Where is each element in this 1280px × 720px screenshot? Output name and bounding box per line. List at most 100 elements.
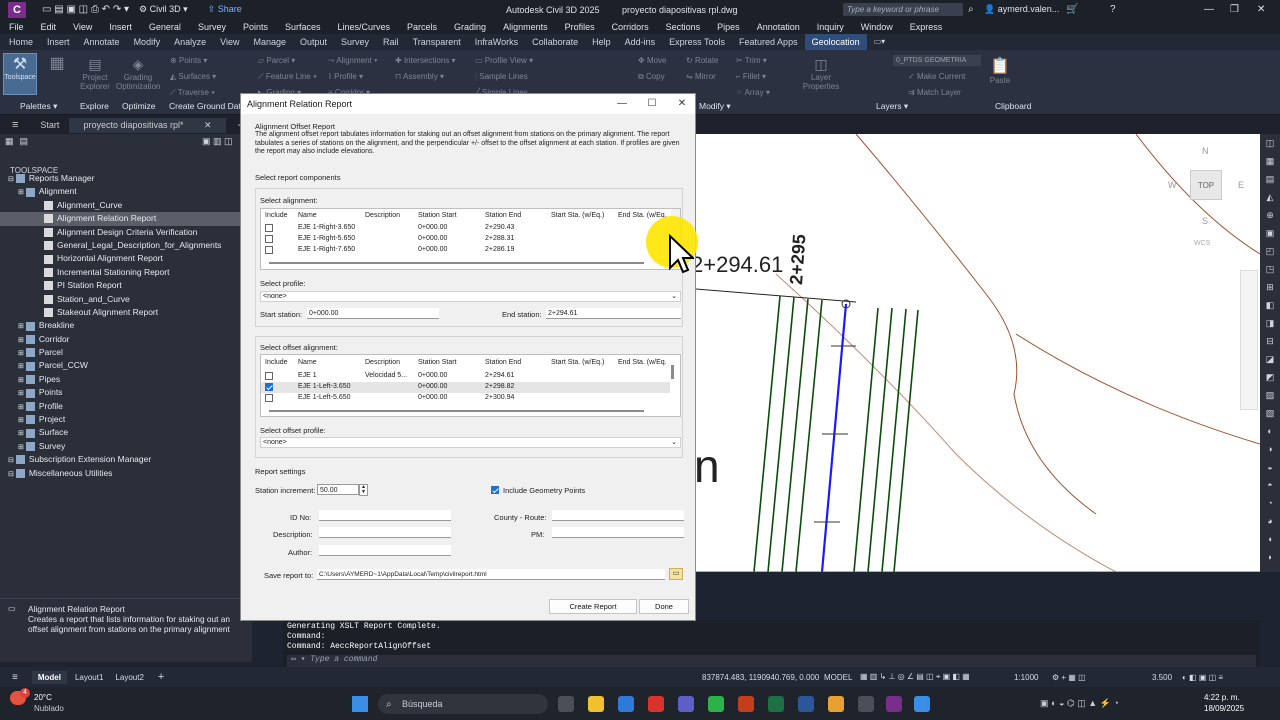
- paste-button[interactable]: 📋 Paste: [986, 56, 1014, 85]
- tab-geolocation[interactable]: Geolocation: [804, 34, 867, 50]
- group-modify[interactable]: Modify ▾: [699, 101, 731, 112]
- tab-home[interactable]: Home: [2, 34, 40, 50]
- expand-icon[interactable]: ⊞: [18, 404, 26, 411]
- tree-item[interactable]: ⊟ Subscription Extension Manager: [0, 453, 252, 466]
- profile-button[interactable]: ⌇ Profile ▾: [328, 72, 363, 81]
- annotation-scale[interactable]: 1:1000: [1014, 673, 1038, 682]
- navigation-bar[interactable]: [1240, 270, 1258, 410]
- menu-surfaces[interactable]: Surfaces: [285, 22, 321, 32]
- tree-item[interactable]: ⊟ Reports Manager: [0, 172, 252, 185]
- tree-item[interactable]: ⊞ Project: [0, 413, 252, 426]
- dialog-maximize-icon[interactable]: ☐: [637, 94, 667, 114]
- toolspace-icon-2[interactable]: ▤: [20, 136, 29, 147]
- rotate-button[interactable]: ↻ Rotate: [686, 56, 719, 65]
- app-icon[interactable]: [858, 696, 874, 712]
- offset-row-3-checkbox[interactable]: [265, 394, 273, 402]
- tree-item[interactable]: ⊞ Parcel: [0, 346, 252, 359]
- menu-survey[interactable]: Survey: [198, 22, 226, 32]
- search-icon[interactable]: ⌕: [968, 4, 974, 15]
- make-current-button[interactable]: ✓ Make Current: [908, 72, 965, 81]
- drafting-toggles[interactable]: ▦ ▥ ↳ ⊥ ◎ ∠ ▤ ◫ ⌖ ▣ ◧ ▦: [860, 672, 970, 682]
- palette-grid-icon[interactable]: ▦: [42, 53, 72, 73]
- menu-lines-curves[interactable]: Lines/Curves: [338, 22, 391, 32]
- menu-pipes[interactable]: Pipes: [717, 22, 740, 32]
- tray-icons[interactable]: ▣ ◐ ◒ ⌬ ◫ ▲ ⚡ ◔: [1040, 698, 1119, 709]
- pdf-icon[interactable]: [648, 696, 664, 712]
- expand-icon[interactable]: ⊟: [8, 471, 16, 478]
- toolspace-button[interactable]: ⚒ Toolspace: [3, 53, 37, 95]
- array-button[interactable]: ⁘ Array ▾: [736, 88, 770, 97]
- tree-item[interactable]: ⊟ Miscellaneous Utilities: [0, 467, 252, 480]
- hamburger-menu-icon[interactable]: ≡: [6, 119, 24, 131]
- menu-express[interactable]: Express: [910, 22, 943, 32]
- fillet-button[interactable]: ⌐ Fillet ▾: [736, 72, 766, 81]
- author-input[interactable]: [319, 545, 451, 556]
- tab-active-drawing[interactable]: proyecto diapositivas rpl* ✕: [69, 117, 226, 133]
- status-right-icons[interactable]: ◐ ◧ ▣ ◫ ≡: [1182, 673, 1223, 682]
- tab-help[interactable]: Help: [585, 34, 618, 50]
- model-space-toggle[interactable]: MODEL: [824, 673, 852, 682]
- tree-item[interactable]: General_Legal_Description_for_Alignments: [0, 239, 252, 252]
- tree-item[interactable]: Horizontal Alignment Report: [0, 252, 252, 265]
- tab-rail[interactable]: Rail: [376, 34, 406, 50]
- cart-icon[interactable]: 🛒: [1066, 4, 1078, 15]
- tree-item[interactable]: Alignment Relation Report: [0, 212, 252, 226]
- tree-item[interactable]: ⊞ Breakline: [0, 319, 252, 332]
- project-explorer-button[interactable]: ▤ Project Explorer: [78, 56, 112, 91]
- tree-item[interactable]: ⊞ Parcel_CCW: [0, 359, 252, 372]
- move-button[interactable]: ✥ Move: [638, 56, 667, 65]
- description-input[interactable]: [319, 527, 451, 538]
- expand-icon[interactable]: ⊞: [18, 444, 26, 451]
- tab-start[interactable]: Start: [34, 120, 65, 130]
- clock-date[interactable]: 18/09/2025: [1204, 704, 1244, 713]
- compass-south[interactable]: S: [1202, 216, 1208, 226]
- tab-add-ins[interactable]: Add-ins: [618, 34, 663, 50]
- tab-collaborate[interactable]: Collaborate: [525, 34, 585, 50]
- group-layers[interactable]: Layers ▾: [876, 101, 908, 112]
- tab-insert[interactable]: Insert: [40, 34, 77, 50]
- user-account[interactable]: 👤 aymerd.valen...: [984, 4, 1059, 15]
- expand-icon[interactable]: ⊞: [18, 350, 26, 357]
- tree-item[interactable]: ⊞ Alignment: [0, 185, 252, 198]
- expand-icon[interactable]: ⊟: [8, 457, 16, 464]
- tab-featured-apps[interactable]: Featured Apps: [732, 34, 805, 50]
- grading-optimization-button[interactable]: ◈ Grading Optimization: [116, 56, 160, 91]
- alignment-row-2-checkbox[interactable]: [265, 235, 273, 243]
- menu-sections[interactable]: Sections: [666, 22, 701, 32]
- menu-parcels[interactable]: Parcels: [407, 22, 437, 32]
- menu-annotation[interactable]: Annotation: [757, 22, 800, 32]
- tab-model[interactable]: Model: [31, 670, 67, 684]
- traverse-button[interactable]: ⟋ Traverse ▾: [170, 88, 215, 98]
- sample-lines-button[interactable]: ⫶ Sample Lines: [475, 72, 528, 82]
- tree-item[interactable]: Incremental Stationing Report: [0, 266, 252, 279]
- menu-insert[interactable]: Insert: [109, 22, 132, 32]
- calculator-icon[interactable]: [914, 696, 930, 712]
- include-geometry-checkbox[interactable]: [491, 486, 499, 494]
- tab-survey[interactable]: Survey: [334, 34, 376, 50]
- layer-dropdown[interactable]: 0_PTDS GEOMETRIA: [893, 55, 981, 66]
- dialog-minimize-icon[interactable]: —: [607, 94, 637, 114]
- wcs-label[interactable]: WCS: [1194, 240, 1210, 247]
- points-button[interactable]: ⊕ Points ▾: [170, 56, 207, 65]
- file-explorer-icon[interactable]: [588, 696, 604, 712]
- end-station-input[interactable]: 2+294.61: [546, 308, 681, 319]
- status-settings-icons[interactable]: ⚙ + ▦ ◫: [1052, 673, 1086, 682]
- offset-profile-dropdown[interactable]: <none> ⌄: [260, 437, 681, 448]
- offset-row-1-checkbox[interactable]: [265, 372, 273, 380]
- surfaces-button[interactable]: ◭ Surfaces ▾: [170, 72, 216, 81]
- done-button[interactable]: Done: [639, 599, 689, 614]
- layer-properties-button[interactable]: ◫ Layer Properties: [800, 56, 842, 91]
- civil3d-logo-icon[interactable]: C: [8, 1, 26, 18]
- tab-infraworks[interactable]: InfraWorks: [468, 34, 525, 50]
- alignment-table-hscroll[interactable]: [269, 262, 644, 264]
- command-input[interactable]: ▭ ▾ Type a command: [287, 655, 1256, 667]
- mirror-button[interactable]: ⇋ Mirror: [686, 72, 716, 81]
- expand-icon[interactable]: ⊞: [18, 417, 26, 424]
- expand-icon[interactable]: ⊞: [18, 323, 26, 330]
- tab-transparent[interactable]: Transparent: [406, 34, 468, 50]
- expand-icon[interactable]: ⊞: [18, 430, 26, 437]
- tree-item[interactable]: ⊞ Points: [0, 386, 252, 399]
- tab-manage[interactable]: Manage: [246, 34, 293, 50]
- help-icon[interactable]: ?: [1110, 4, 1116, 15]
- minimize-icon[interactable]: —: [1204, 4, 1214, 15]
